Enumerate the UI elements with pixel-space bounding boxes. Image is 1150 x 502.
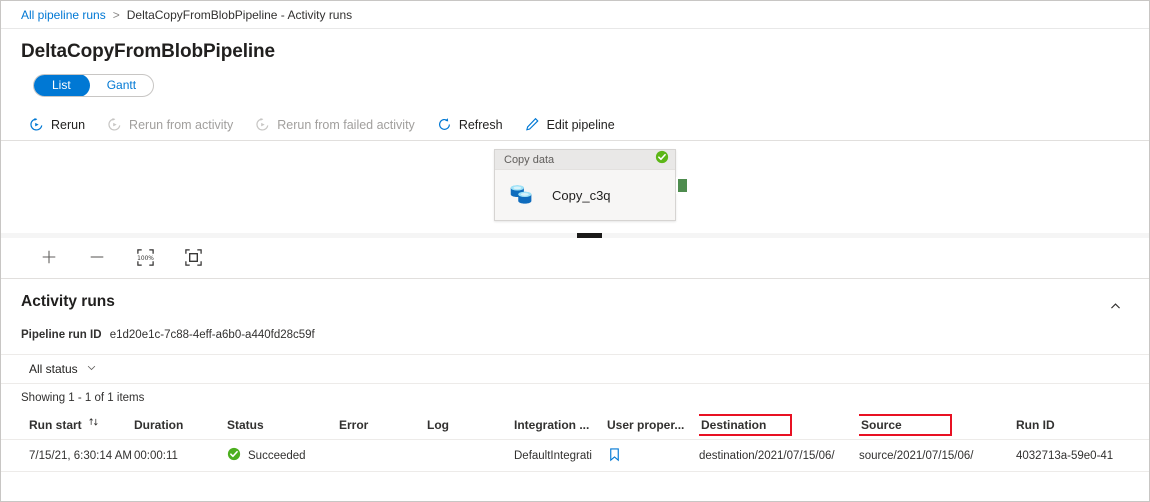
activity-node-body: Copy_c3q (495, 170, 675, 220)
column-header-source-label: Source (859, 414, 952, 436)
view-toggle: List Gantt (1, 63, 1149, 97)
column-header-run-start[interactable]: Run start (29, 417, 134, 432)
breadcrumb-separator: > (113, 8, 120, 22)
edit-pipeline-button[interactable]: Edit pipeline (525, 117, 615, 132)
refresh-label: Refresh (459, 118, 503, 132)
column-header-source[interactable]: Source (859, 414, 1016, 436)
table-row[interactable]: 7/15/21, 6:30:14 AM 00:00:11 Succeeded D… (1, 440, 1149, 472)
column-header-user-properties[interactable]: User proper... (607, 418, 699, 432)
pipeline-canvas[interactable]: Copy data (1, 141, 1149, 241)
fit-to-screen-icon (184, 248, 203, 272)
rerun-from-activity-icon (107, 117, 122, 132)
column-header-run-start-label: Run start (29, 418, 82, 432)
canvas-scrollbar-thumb[interactable] (577, 233, 602, 238)
canvas-scrollbar-track[interactable] (1, 233, 1149, 238)
activity-node-output-connector[interactable] (676, 177, 689, 194)
rerun-from-failed-activity-label: Rerun from failed activity (277, 118, 415, 132)
refresh-icon (437, 117, 452, 132)
column-header-integration-runtime[interactable]: Integration ... (514, 418, 607, 432)
pencil-icon (525, 117, 540, 132)
status-filter-dropdown[interactable]: All status (29, 362, 97, 376)
status-label: Succeeded (248, 450, 306, 462)
zoom-in-button[interactable] (37, 248, 61, 272)
rerun-from-activity-button: Rerun from activity (107, 117, 233, 132)
pipeline-run-id-label: Pipeline run ID (21, 329, 102, 341)
column-header-duration[interactable]: Duration (134, 418, 227, 432)
column-header-run-id[interactable]: Run ID (1016, 418, 1136, 432)
chevron-down-icon (86, 362, 97, 376)
pipeline-run-id: Pipeline run ID e1d20e1c-7c88-4eff-a6b0-… (1, 321, 1149, 341)
pipeline-run-id-value: e1d20e1c-7c88-4eff-a6b0-a440fd28c59f (110, 329, 315, 341)
status-filter-label: All status (29, 362, 78, 376)
zoom-out-button[interactable] (85, 248, 109, 272)
activity-node-header: Copy data (495, 150, 675, 170)
copy-data-icon (507, 178, 537, 213)
chevron-up-icon (1109, 300, 1122, 318)
bookmark-icon[interactable] (607, 447, 622, 465)
column-header-error[interactable]: Error (339, 418, 427, 432)
column-header-destination[interactable]: Destination (699, 414, 859, 436)
cell-integration-runtime: DefaultIntegrati (514, 450, 607, 462)
activity-runs-section-header: Activity runs (1, 279, 1149, 321)
column-header-destination-label: Destination (699, 414, 792, 436)
plus-icon (40, 248, 58, 271)
filter-bar: All status (1, 354, 1149, 384)
activity-name-label: Copy_c3q (552, 188, 611, 203)
column-header-status[interactable]: Status (227, 418, 339, 432)
cell-duration: 00:00:11 (134, 450, 227, 462)
cell-destination: destination/2021/07/15/06/ (699, 450, 859, 462)
rerun-icon (29, 117, 44, 132)
cell-user-properties[interactable] (607, 447, 699, 465)
activity-runs-table: Run start Duration Status Error Log Inte… (1, 410, 1149, 472)
collapse-section-button[interactable] (1103, 297, 1127, 321)
rerun-label: Rerun (51, 118, 85, 132)
success-check-icon (655, 150, 669, 169)
breadcrumb-all-pipeline-runs-link[interactable]: All pipeline runs (21, 8, 106, 22)
canvas-zoom-controls: 100% (1, 241, 1149, 279)
cell-run-id: 4032713a-59e0-41 (1016, 450, 1136, 462)
breadcrumb-current: DeltaCopyFromBlobPipeline - Activity run… (127, 8, 352, 22)
column-header-log[interactable]: Log (427, 418, 514, 432)
rerun-from-activity-label: Rerun from activity (129, 118, 233, 132)
refresh-button[interactable]: Refresh (437, 117, 503, 132)
cell-status: Succeeded (227, 447, 339, 464)
success-check-icon (227, 447, 241, 464)
command-bar: Rerun Rerun from activity Rerun from (1, 109, 1149, 141)
cell-run-start: 7/15/21, 6:30:14 AM (29, 450, 134, 462)
cell-source: source/2021/07/15/06/ (859, 450, 1016, 462)
page-title: DeltaCopyFromBlobPipeline (1, 29, 1149, 63)
activity-runs-title: Activity runs (21, 293, 115, 311)
zoom-100-percent-icon: 100% (136, 248, 155, 272)
edit-pipeline-label: Edit pipeline (547, 118, 615, 132)
rerun-button[interactable]: Rerun (29, 117, 85, 132)
minus-icon (88, 248, 106, 271)
tab-gantt[interactable]: Gantt (90, 74, 153, 97)
sort-arrows-icon[interactable] (88, 417, 100, 432)
svg-text:100%: 100% (137, 255, 154, 261)
activity-runs-page: All pipeline runs > DeltaCopyFromBlobPip… (0, 0, 1150, 502)
rerun-from-failed-activity-button: Rerun from failed activity (255, 117, 415, 132)
reset-zoom-button[interactable]: 100% (133, 248, 157, 272)
showing-count: Showing 1 - 1 of 1 items (1, 384, 1149, 404)
fit-to-screen-button[interactable] (181, 248, 205, 272)
activity-node-copy-data[interactable]: Copy data (494, 149, 676, 221)
tab-list[interactable]: List (33, 74, 90, 97)
table-header-row: Run start Duration Status Error Log Inte… (1, 410, 1149, 440)
breadcrumb: All pipeline runs > DeltaCopyFromBlobPip… (1, 1, 1149, 29)
rerun-from-failed-activity-icon (255, 117, 270, 132)
activity-type-label: Copy data (504, 154, 554, 166)
